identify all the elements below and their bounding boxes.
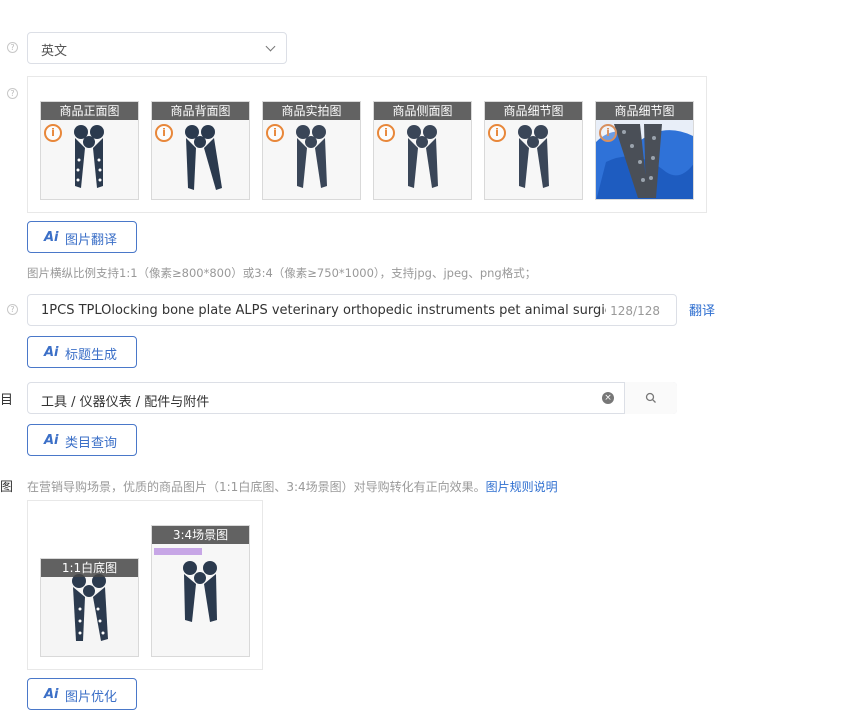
image-thumb[interactable]: 商品正面图 i [40, 101, 139, 200]
info-icon[interactable]: i [377, 124, 395, 142]
language-select-value: 英文 [41, 44, 68, 59]
bone-plate-image [152, 544, 249, 656]
help-icon[interactable]: ? [7, 88, 18, 99]
info-icon[interactable]: i [44, 124, 62, 142]
search-icon [645, 392, 656, 403]
marketing-thumb-1-1[interactable]: 1:1白底图 [40, 558, 139, 657]
image-thumb[interactable]: 商品细节图 i [595, 101, 694, 200]
image-caption: 商品背面图 [152, 102, 249, 120]
image-thumb[interactable]: 商品背面图 i [151, 101, 250, 200]
image-rules-link[interactable]: 图片规则说明 [486, 480, 558, 494]
image-caption: 商品侧面图 [374, 102, 471, 120]
marketing-hint: 在营销导购场景，优质的商品图片（1:1白底图、3:4场景图）对导购转化有正向效果… [27, 478, 558, 495]
info-icon[interactable]: i [488, 124, 506, 142]
button-label: 图片优化 [65, 690, 118, 705]
category-input-value: 工具 / 仪器仪表 / 配件与附件 [41, 395, 210, 410]
ai-icon: Ai [44, 433, 59, 448]
info-icon[interactable]: i [266, 124, 284, 142]
clear-icon[interactable]: × [602, 392, 614, 404]
image-caption: 商品实拍图 [263, 102, 360, 120]
help-icon[interactable]: ? [7, 42, 18, 53]
image-caption: 3:4场景图 [152, 526, 249, 544]
title-input-value: 1PCS TPLOlocking bone plate ALPS veterin… [41, 303, 606, 318]
image-optimize-button[interactable]: Ai 图片优化 [27, 678, 137, 710]
image-caption: 商品正面图 [41, 102, 138, 120]
ai-icon: Ai [44, 345, 59, 360]
image-thumb[interactable]: 商品侧面图 i [373, 101, 472, 200]
marketing-label: 图 [0, 480, 14, 495]
product-images-panel: 商品正面图 i 商品背面图 i 商品实拍图 i 商品侧面图 i 商品细节图 i … [27, 76, 707, 213]
language-select[interactable]: 英文 [27, 32, 287, 64]
button-label: 标题生成 [65, 348, 118, 363]
ai-icon: Ai [44, 230, 59, 245]
title-generate-button[interactable]: Ai 标题生成 [27, 336, 137, 368]
title-input[interactable]: 1PCS TPLOlocking bone plate ALPS veterin… [27, 294, 677, 326]
button-label: 图片翻译 [65, 233, 118, 248]
info-icon[interactable]: i [599, 124, 617, 142]
category-query-button[interactable]: Ai 类目查询 [27, 424, 137, 456]
category-input[interactable]: 工具 / 仪器仪表 / 配件与附件 × [27, 382, 677, 414]
image-translate-button[interactable]: Ai 图片翻译 [27, 221, 137, 253]
image-thumb[interactable]: 商品细节图 i [484, 101, 583, 200]
title-char-counter: 128/128 [610, 304, 660, 318]
image-caption: 1:1白底图 [41, 559, 138, 577]
help-icon[interactable]: ? [7, 304, 18, 315]
image-caption: 商品细节图 [596, 102, 693, 120]
button-label: 类目查询 [65, 436, 118, 451]
title-translate-link[interactable]: 翻译 [689, 300, 715, 319]
marketing-images-panel: 1:1白底图 3:4场景图 [27, 500, 263, 670]
info-icon[interactable]: i [155, 124, 173, 142]
chevron-down-icon [265, 41, 276, 52]
image-caption: 商品细节图 [485, 102, 582, 120]
marketing-thumb-3-4[interactable]: 3:4场景图 [151, 525, 250, 657]
image-thumb[interactable]: 商品实拍图 i [262, 101, 361, 200]
category-search-button[interactable] [624, 382, 677, 414]
category-label: 目 [0, 393, 14, 408]
image-format-hint: 图片横纵比例支持1:1（像素≥800*800）或3:4（像素≥750*1000）… [27, 266, 537, 280]
marketing-hint-text: 在营销导购场景，优质的商品图片（1:1白底图、3:4场景图）对导购转化有正向效果… [27, 480, 486, 494]
